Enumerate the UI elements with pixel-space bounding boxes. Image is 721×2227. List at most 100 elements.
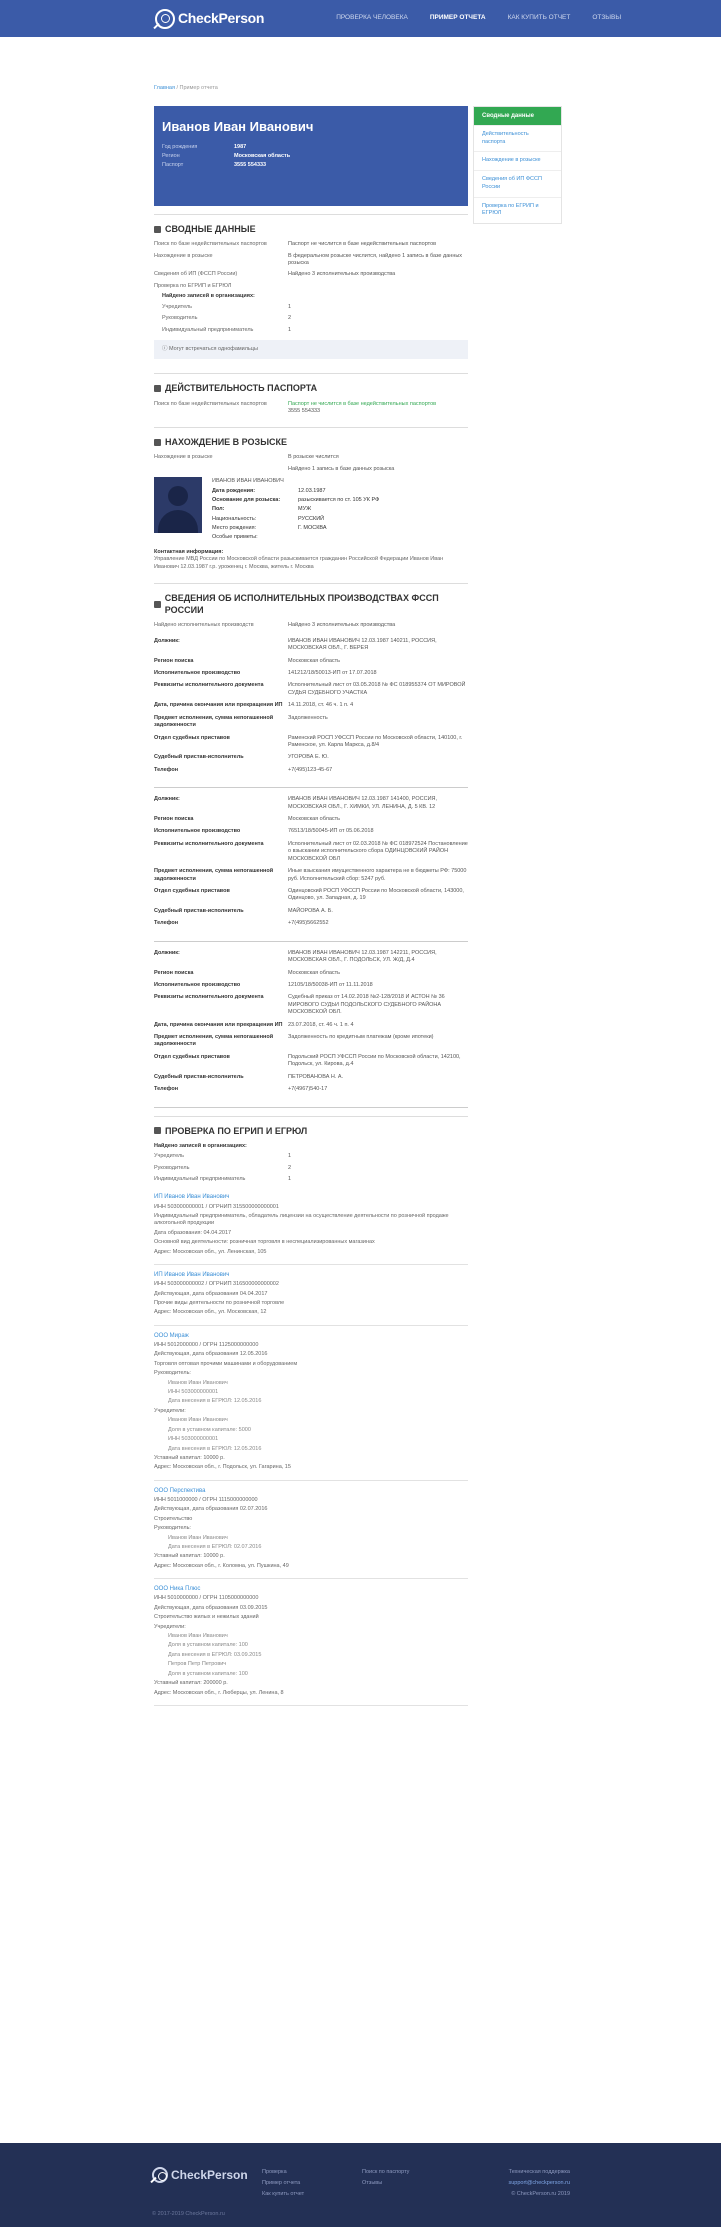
row-value: 1 (288, 1175, 292, 1182)
org-title[interactable]: ООО Перспектива (154, 1487, 468, 1495)
found-label: Найдено записей в организациях: (154, 1142, 247, 1149)
section-title: Сводные данные (165, 224, 256, 234)
row-value: Исполнительный лист от 02.03.2018 № ФС 0… (288, 840, 468, 862)
org-detail: Дата образования: 04.04.2017 (154, 1229, 232, 1236)
row-label: Учредитель (162, 303, 193, 310)
org-record: ООО Перспектива ИНН 5011000000 / ОГРН 111… (154, 1481, 468, 1580)
org-title[interactable]: ООО Ника Плюс (154, 1585, 468, 1593)
row-label: Телефон (154, 766, 179, 773)
row-label: Руководитель (162, 315, 198, 322)
wanted-photo (154, 477, 202, 534)
row-label: Должник: (154, 949, 180, 956)
fssp-record: Должник: ИВАНОВ ИВАН ИВАНОВИЧ 12.03.1987 … (154, 950, 468, 1108)
row-value: Московская область (288, 816, 341, 823)
org-detail: Дата внесения в ЕГРЮЛ: 03.09.2015 (168, 1651, 262, 1658)
sidebar-item-passport[interactable]: Действительность паспорта (474, 125, 561, 151)
header: CheckPerson ПРОВЕРКА ЧЕЛОВЕКА ПРИМЕР ОТЧ… (0, 0, 721, 37)
org-detail: Иванов Иван Иванович (168, 1534, 228, 1541)
org-title[interactable]: ИП Иванов Иван Иванович (154, 1271, 468, 1279)
org-title[interactable]: ООО Мираж (154, 1332, 468, 1340)
support-email[interactable]: support@checkperson.ru (498, 2178, 570, 2189)
nav-buy[interactable]: КАК КУПИТЬ ОТЧЕТ (508, 14, 571, 23)
footer-copy-right: © CheckPerson.ru 2019 (511, 2191, 570, 2197)
row-value: ПЕТРОВАНОВА Н. А. (288, 1073, 344, 1080)
row-label: Телефон (154, 1086, 179, 1093)
hint-text: Могут встречаться однофамильцы (169, 345, 258, 352)
row-value: РУССКИЙ (298, 515, 325, 522)
row-label: Отдел судебных приставов (154, 734, 230, 741)
org-detail: Строительство (154, 1515, 193, 1522)
org-detail: Адрес: Московская обл., г. Подольск, ул.… (154, 1464, 291, 1471)
row-value: 1 (288, 303, 292, 310)
footer-logo[interactable]: CheckPerson (152, 2167, 248, 2184)
row-label: Судебный пристав-исполнитель (154, 1073, 244, 1080)
row-value: 1 (288, 1153, 292, 1160)
row-value: ИВАНОВ ИВАН ИВАНОВИЧ 12.03.1987 142211, … (288, 949, 437, 964)
footer-link[interactable]: Пример отчета (262, 2178, 304, 2189)
org-detail: Дата внесения в ЕГРЮЛ: 12.05.2016 (168, 1445, 262, 1452)
row-label: Национальность: (212, 515, 257, 522)
org-detail: Руководитель: (154, 1370, 191, 1377)
row-value: 12105/18/50038-ИП от 11.11.2018 (288, 981, 373, 988)
row-value: 23.07.2018, ст. 46 ч. 1 п. 4 (288, 1021, 354, 1028)
row-value: Иные взыскания имущественного характера … (288, 868, 467, 882)
nav-reviews[interactable]: ОТЗЫВЫ (592, 14, 621, 23)
row-label: Должник: (154, 637, 180, 644)
breadcrumb-current: / Пример отчета (176, 85, 218, 91)
row-value: МАЙОРОВА А. Б. (288, 907, 333, 914)
sidebar-item-egr[interactable]: Проверка по ЕГРИП и ЕГРЮЛ (474, 196, 561, 223)
footer-link[interactable]: Отзывы (362, 2178, 409, 2189)
checklist-icon (154, 225, 161, 233)
magnifier-icon (155, 8, 175, 29)
row-value: МУЖ (298, 506, 312, 513)
section-wanted: Нахождение в розыске Нахождение в розыск… (154, 427, 468, 571)
org-detail: Учредители: (154, 1623, 186, 1630)
row-label: Реквизиты исполнительного документа (154, 840, 264, 847)
region-value: Московская область (234, 152, 291, 159)
org-record: ИП Иванов Иван Иванович ИНН 503000000002 … (154, 1265, 468, 1326)
row-label: Нахождение в розыске (154, 454, 213, 461)
row-label: Особые приметы: (212, 534, 258, 541)
nav-check[interactable]: ПРОВЕРКА ЧЕЛОВЕКА (336, 14, 408, 23)
org-detail: ИНН 503000000001 / ОГРНИП 31550000000000… (154, 1203, 279, 1210)
section-fssp: Сведения об исполнительных производствах… (154, 583, 468, 1108)
footer-copyright: © 2017-2019 CheckPerson.ru (152, 2211, 225, 2217)
org-detail: Индивидуальный предприниматель, обладате… (154, 1212, 449, 1227)
nav-sample[interactable]: ПРИМЕР ОТЧЕТА (430, 14, 486, 23)
passport-number: 3555 554333 (288, 407, 321, 414)
egr-label: Проверка по ЕГРИП и ЕГРЮЛ (154, 282, 232, 289)
logo[interactable]: CheckPerson (155, 8, 264, 29)
org-detail: Строительство жилых и нежилых зданий (154, 1614, 259, 1621)
row-label: Предмет исполнения, сумма непогашенной з… (154, 714, 274, 729)
footer-link[interactable]: Поиск по паспорту (362, 2167, 409, 2178)
row-label: Судебный пристав-исполнитель (154, 907, 244, 914)
row-value: Раменский РОСП УФССП России по Московско… (288, 734, 463, 748)
row-value: Исполнительный лист от 03.05.2018 № ФС 0… (288, 682, 466, 696)
footer-link[interactable]: Как купить отчет (262, 2189, 304, 2200)
org-detail: Адрес: Московская обл., ул. Московская, … (154, 1309, 267, 1316)
org-detail: ИНН 503000000002 / ОГРНИП 31650000000000… (154, 1281, 279, 1288)
footer-link[interactable]: Проверка (262, 2167, 304, 2178)
org-list: ИП Иванов Иван Иванович ИНН 503000000001 … (154, 1187, 468, 1707)
breadcrumb-home[interactable]: Главная (154, 85, 175, 91)
row-label: Дата рождения: (212, 487, 256, 494)
row-label: Дата, причина окончания или прекращения … (154, 702, 283, 709)
sidebar-item-wanted[interactable]: Нахождение в розыске (474, 151, 561, 170)
sidebar-item-summary[interactable]: Сводные данные (474, 107, 561, 126)
org-detail: Доля в уставном капитале: 100 (168, 1642, 248, 1649)
row-value: В федеральном розыске числится, найдено … (288, 252, 463, 266)
row-value: ИВАНОВ ИВАН ИВАНОВИЧ 12.03.1987 140211, … (288, 637, 437, 652)
row-label: Предмет исполнения, сумма непогашенной з… (154, 1034, 274, 1048)
org-detail: Действующая, дата образования 12.05.2016 (154, 1351, 268, 1358)
row-value: 76513/18/50045-ИП от 05.06.2018 (288, 828, 374, 835)
row-label: Поиск по базе недействительных паспортов (154, 241, 267, 248)
section-title: Проверка по ЕГРИП и ЕГРЮЛ (165, 1125, 308, 1136)
sidebar-item-fssp[interactable]: Сведения об ИП ФССП России (474, 170, 561, 196)
org-detail: Доля в уставном капитале: 100 (168, 1670, 248, 1677)
row-value: +7(495)123-45-67 (288, 766, 333, 773)
section-summary: Сводные данные Поиск по базе недействите… (154, 214, 468, 360)
org-detail: Действующая, дата образования 02.07.2016 (154, 1506, 268, 1513)
org-title[interactable]: ИП Иванов Иван Иванович (154, 1193, 468, 1201)
org-detail: Адрес: Московская обл., г. Люберцы, ул. … (154, 1689, 284, 1696)
row-value: Одинцовский РОСП УФССП России по Московс… (288, 887, 464, 902)
